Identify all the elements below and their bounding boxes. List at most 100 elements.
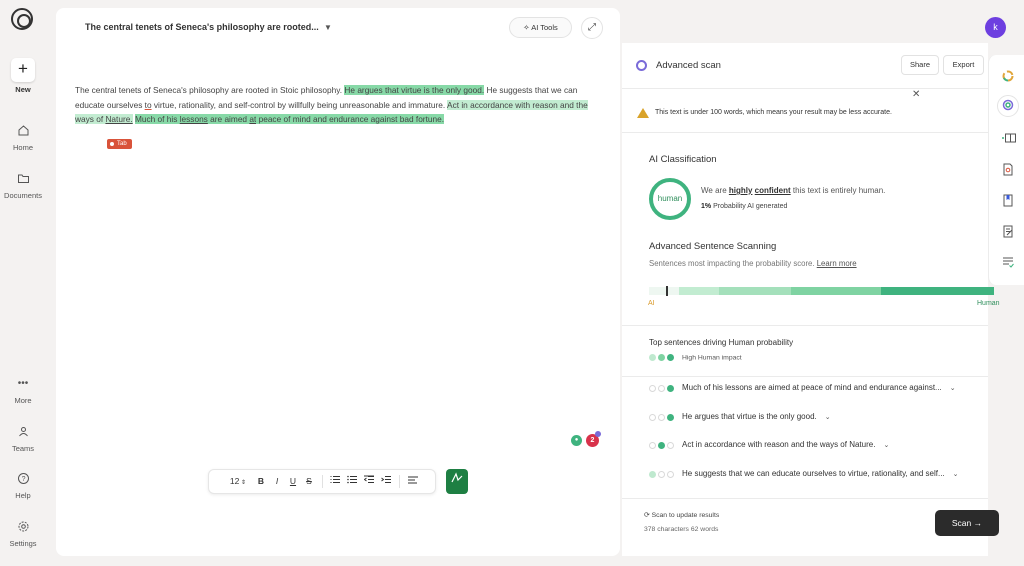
numbered-list-icon[interactable] [329, 470, 341, 493]
tool-rail [988, 55, 1024, 285]
update-results[interactable]: ⟳ Scan to update results [644, 511, 719, 519]
divider [622, 376, 988, 377]
sentence-3-flagged-word[interactable]: to [145, 100, 152, 110]
location-pin-icon[interactable]: ● [571, 435, 582, 446]
sentence-row[interactable]: Much of his lessons are aimed at peace o… [649, 383, 956, 392]
bar-human-label: Human [977, 300, 1000, 307]
sentence-row[interactable]: He suggests that we can educate ourselve… [649, 469, 959, 478]
new-label: New [15, 85, 31, 94]
compare-icon[interactable] [1002, 132, 1016, 146]
divider [622, 325, 988, 326]
impact-legend: High Human impact [649, 354, 742, 361]
impact-dot [658, 441, 665, 449]
warning-icon [637, 108, 649, 118]
user-avatar[interactable]: k [985, 17, 1006, 38]
toolbar-divider [399, 475, 400, 488]
sentence-text: Much of his lessons are aimed at peace o… [682, 383, 942, 392]
sidebar-item-more[interactable]: ••• More [0, 377, 46, 405]
font-size-select[interactable]: 12 ⇕ [227, 470, 249, 493]
edit-document-icon[interactable] [1002, 225, 1014, 239]
underline-button[interactable]: U [287, 470, 299, 493]
bullet-list-icon[interactable] [346, 470, 358, 493]
indent-decrease-icon[interactable] [363, 470, 375, 493]
left-sidebar: + New Home Documents ••• More Teams ? He… [0, 0, 46, 566]
document-search-icon[interactable] [1002, 163, 1014, 177]
ai-probability-value: 1% [701, 203, 712, 210]
warning-message: This text is under 100 words, which mean… [655, 109, 892, 116]
confidence-prefix: We are [701, 186, 729, 195]
bold-button[interactable]: B [255, 470, 267, 493]
sentence-5e-highlight: peace of mind and endurance against bad … [256, 114, 445, 124]
ai-classification-title: AI Classification [649, 154, 717, 165]
sidebar-item-help[interactable]: ? Help [0, 472, 46, 500]
learn-more-link[interactable]: Learn more [817, 259, 857, 268]
sidebar-item-home[interactable]: Home [0, 124, 46, 152]
divider [622, 498, 988, 499]
writing-assistant-icon[interactable] [446, 469, 468, 494]
chevron-down-icon[interactable]: ⌄ [825, 413, 831, 421]
scan-title: Advanced scan [656, 60, 721, 71]
app-logo-icon[interactable] [11, 8, 33, 30]
scan-icon[interactable] [1002, 99, 1014, 113]
stepper-icon: ⇕ [239, 480, 247, 486]
sentence-text: He argues that virtue is the only good. [682, 412, 817, 421]
assistant-badges[interactable]: ● 2 [571, 431, 603, 449]
sentence-row[interactable]: He argues that virtue is the only good. ⌄ [649, 412, 831, 421]
svg-text:?: ? [21, 476, 25, 483]
impact-dots [649, 440, 676, 449]
chevron-down-icon[interactable]: ⌄ [950, 384, 956, 392]
impact-dot [667, 470, 674, 478]
impact-dots [649, 354, 676, 361]
impact-label: High Human impact [682, 354, 742, 362]
export-button[interactable]: Export [943, 55, 984, 75]
italic-button[interactable]: I [271, 470, 283, 493]
sentence-text: He suggests that we can educate ourselve… [682, 469, 945, 478]
impact-dot [667, 354, 674, 361]
scan-button-label: Scan [951, 518, 972, 528]
chevron-down-icon[interactable]: ⌄ [883, 441, 889, 449]
impact-dot [658, 384, 665, 392]
expand-icon[interactable]: ⤢ [581, 17, 603, 39]
ai-tools-button[interactable]: ✧ AI Tools [509, 17, 572, 38]
close-icon[interactable]: ✕ [912, 89, 920, 100]
sentence-row[interactable]: Act in accordance with reason and the wa… [649, 440, 889, 449]
share-button[interactable]: Share [901, 55, 939, 75]
document-body[interactable]: The central tenets of Seneca's philosoph… [75, 83, 597, 127]
sidebar-item-settings[interactable]: Settings [0, 520, 46, 548]
sentence-scanning-desc: Sentences most impacting the probability… [649, 259, 817, 268]
font-size-value: 12 [229, 476, 240, 486]
tab-suggestion-badge[interactable]: Tab [107, 139, 132, 149]
sentence-2-highlight: He argues that virtue is the only good. [344, 85, 485, 95]
arrow-right-icon: → [973, 518, 983, 528]
scan-button[interactable]: Scan → [935, 510, 999, 536]
ai-probability-label: Probability AI generated [711, 203, 788, 210]
impact-dot [649, 441, 656, 449]
chevron-down-icon[interactable]: ⌄ [953, 470, 959, 478]
sidebar-item-label: Home [12, 143, 33, 152]
teams-icon [16, 425, 30, 439]
confidence-text: We are highly confident this text is ent… [701, 186, 885, 195]
impact-dot [658, 413, 665, 421]
sidebar-item-documents[interactable]: Documents [0, 172, 46, 200]
new-label-item[interactable]: New [0, 85, 46, 94]
strikethrough-button[interactable]: S [303, 470, 315, 493]
sidebar-item-teams[interactable]: Teams [0, 425, 46, 453]
new-document-button[interactable]: + [11, 58, 35, 82]
align-left-icon[interactable] [407, 470, 419, 493]
sentence-scanning-subtitle: Sentences most impacting the probability… [649, 259, 857, 268]
bar-segment [881, 287, 994, 295]
bookmark-document-icon[interactable] [1002, 194, 1014, 208]
notification-dot [595, 431, 601, 437]
indent-increase-icon[interactable] [380, 470, 392, 493]
sentence-scanning-title: Advanced Sentence Scanning [649, 241, 777, 252]
text-counts: 378 characters 62 words [644, 526, 719, 533]
sentence-5b-highlight: lessons [179, 114, 208, 124]
confidence-word-1: highly [728, 186, 753, 195]
gear-icon [16, 520, 30, 534]
chevron-down-icon[interactable]: ▼ [324, 23, 332, 32]
divider [622, 132, 988, 133]
document-title[interactable]: The central tenets of Seneca's philosoph… [85, 22, 319, 32]
checklist-icon[interactable] [1002, 256, 1014, 270]
format-toolbar: 12 ⇕ B I U S [208, 469, 436, 494]
color-wheel-icon[interactable] [1002, 70, 1014, 84]
